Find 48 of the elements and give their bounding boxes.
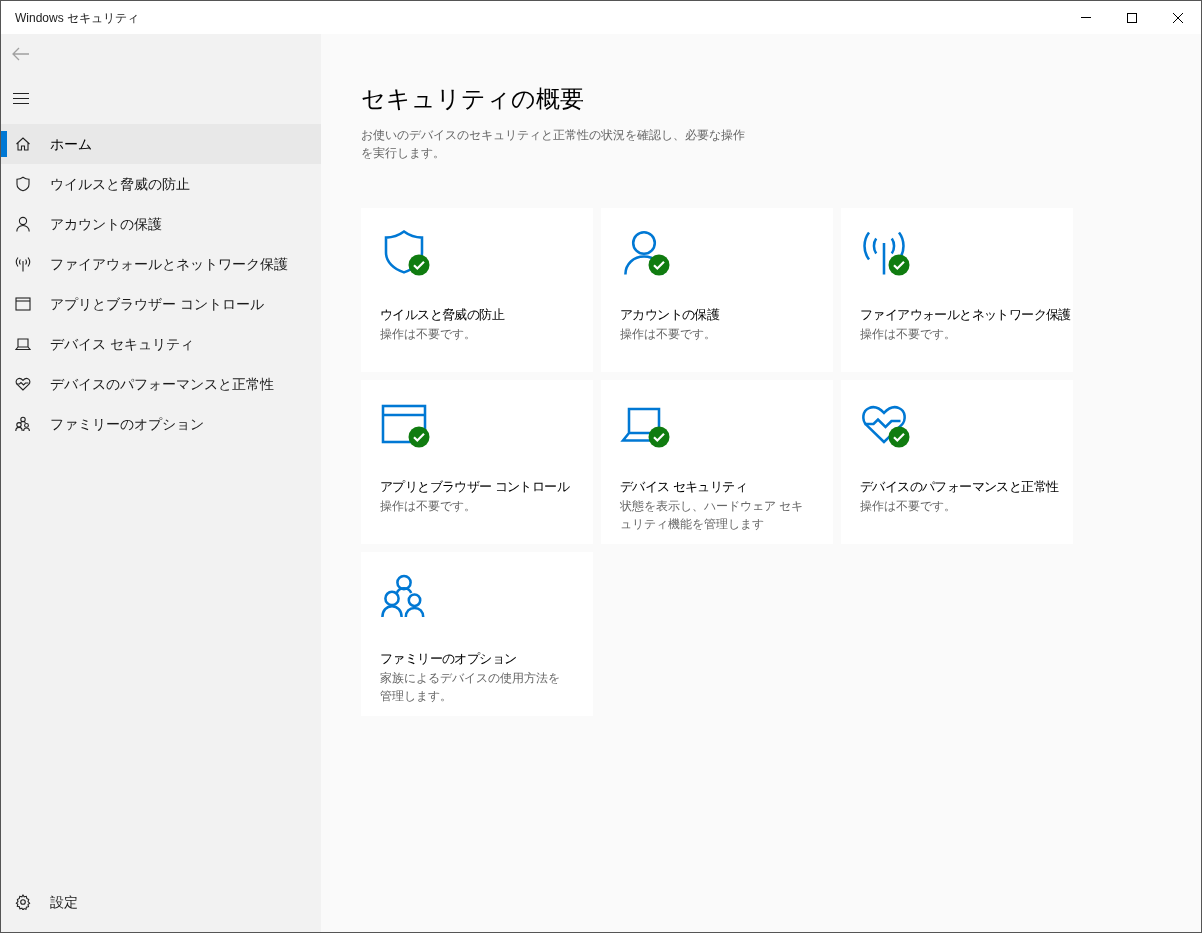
selection-indicator	[1, 131, 7, 157]
card-status: 操作は不要です。	[860, 326, 957, 343]
heart-icon	[15, 376, 31, 392]
sidebar-item[interactable]: アカウントの保護	[1, 204, 321, 244]
person-icon	[15, 216, 31, 232]
close-icon	[1173, 12, 1183, 23]
sidebar-item[interactable]: アプリとブラウザー コントロール	[1, 284, 321, 324]
shield-icon	[15, 176, 31, 192]
card-title: ファイアウォールとネットワーク保護	[860, 306, 1071, 324]
laptop-icon	[15, 336, 31, 352]
card-title: デバイス セキュリティ	[620, 478, 747, 496]
status-card[interactable]: デバイスのパフォーマンスと正常性 操作は不要です。	[841, 380, 1073, 544]
home-icon	[15, 136, 31, 152]
back-arrow-icon	[12, 47, 30, 61]
card-status: 操作は不要です。	[380, 326, 477, 343]
status-card[interactable]: ファミリーのオプション 家族によるデバイスの使用方法を管理します。	[361, 552, 593, 716]
minimize-icon	[1081, 17, 1091, 18]
sidebar-item[interactable]: ファイアウォールとネットワーク保護	[1, 244, 321, 284]
settings-icon	[15, 894, 31, 910]
window-title: Windows セキュリティ	[15, 9, 139, 27]
settings-nav-item[interactable]: 設定	[1, 882, 321, 922]
page-title: セキュリティの概要	[361, 84, 585, 114]
status-card[interactable]: アプリとブラウザー コントロール 操作は不要です。	[361, 380, 593, 544]
card-title: アカウントの保護	[620, 306, 720, 324]
card-title: ウイルスと脅威の防止	[380, 306, 504, 324]
card-status: 状態を表示し、ハードウェア セキュリティ機能を管理します	[620, 498, 804, 533]
card-status: 操作は不要です。	[860, 498, 957, 515]
card-status: 家族によるデバイスの使用方法を管理します。	[380, 670, 561, 705]
page-description: お使いのデバイスのセキュリティと正常性の状況を確認し、必要な操作を実行します。	[361, 127, 745, 162]
family-icon	[15, 416, 31, 432]
antenna-icon	[15, 256, 31, 272]
sidebar-item[interactable]: ホーム	[1, 124, 321, 164]
card-title: ファミリーのオプション	[380, 650, 517, 668]
status-card[interactable]: デバイス セキュリティ 状態を表示し、ハードウェア セキュリティ機能を管理します	[601, 380, 833, 544]
status-card[interactable]: ファイアウォールとネットワーク保護 操作は不要です。	[841, 208, 1073, 372]
status-card[interactable]: ウイルスと脅威の防止 操作は不要です。	[361, 208, 593, 372]
sidebar-item[interactable]: デバイスのパフォーマンスと正常性	[1, 364, 321, 404]
card-status: 操作は不要です。	[380, 498, 477, 515]
card-title: アプリとブラウザー コントロール	[380, 478, 569, 496]
sidebar-item[interactable]: ウイルスと脅威の防止	[1, 164, 321, 204]
sidebar-item[interactable]: ファミリーのオプション	[1, 404, 321, 444]
sidebar-item[interactable]: デバイス セキュリティ	[1, 324, 321, 364]
maximize-icon	[1127, 12, 1137, 23]
status-card[interactable]: アカウントの保護 操作は不要です。	[601, 208, 833, 372]
card-title: デバイスのパフォーマンスと正常性	[860, 478, 1059, 496]
menu-icon	[13, 92, 29, 104]
card-status: 操作は不要です。	[620, 326, 717, 343]
browser-icon	[15, 296, 31, 312]
